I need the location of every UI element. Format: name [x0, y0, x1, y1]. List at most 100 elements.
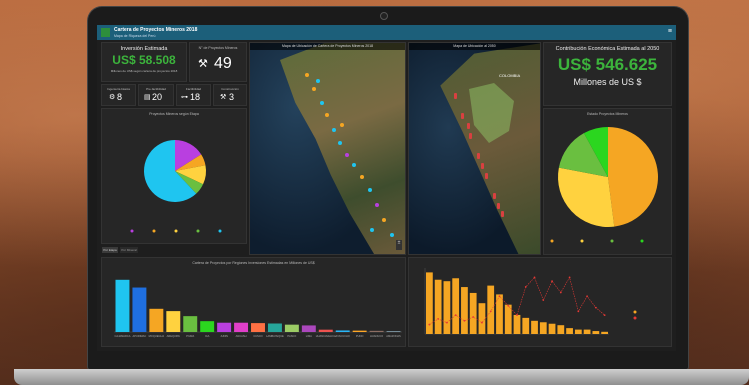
combo-bar[interactable]	[548, 323, 556, 334]
project-marker[interactable]	[340, 123, 344, 127]
region-bar[interactable]	[234, 322, 249, 332]
region-bar[interactable]	[301, 325, 316, 332]
project-marker[interactable]	[325, 113, 329, 117]
tab-by-mineral[interactable]: Por Mineral	[120, 247, 138, 253]
region-bar[interactable]	[352, 330, 367, 332]
region-bar[interactable]	[166, 311, 181, 332]
region-bar-label: HUANCAVELICA	[316, 334, 336, 338]
state-pie-title: Estado Proyectos Mineros	[587, 112, 628, 116]
stage-prefeasibility-value: 20	[152, 92, 163, 102]
combo-point[interactable]	[507, 304, 510, 307]
combo-point[interactable]	[446, 321, 448, 324]
project-marker[interactable]	[375, 203, 379, 207]
region-bar-label: MOQUEGUA	[149, 334, 165, 338]
combo-point[interactable]	[533, 276, 536, 279]
pickaxe-icon: ⚒	[198, 58, 208, 70]
combo-point[interactable]	[481, 321, 483, 324]
combo-bar[interactable]	[601, 331, 608, 334]
project-marker[interactable]	[316, 79, 320, 83]
contribution-unit: Millones de US $	[573, 77, 642, 87]
combo-point[interactable]	[542, 299, 545, 301]
region-bar[interactable]	[251, 323, 265, 332]
combo-bar[interactable]	[557, 325, 565, 334]
combo-point[interactable]	[586, 295, 588, 298]
combo-bar[interactable]	[504, 304, 512, 334]
stage-construction-icon: ⚒	[220, 94, 227, 101]
state-pie-slice[interactable]	[608, 127, 658, 227]
project-marker[interactable]	[370, 228, 374, 232]
project-marker[interactable]	[390, 233, 394, 237]
app-subtitle: Mapa de Riqueza del Perú	[114, 34, 156, 38]
project-marker[interactable]	[352, 163, 356, 167]
region-bar-chart: CAJAMARCA APURIMAC MOQUEGUA AREQUIPA PIURA IC…	[114, 279, 402, 338]
project-marker[interactable]	[332, 128, 336, 132]
future-project-marker[interactable]	[485, 173, 488, 179]
combo-bar[interactable]	[539, 322, 547, 334]
region-bar[interactable]	[386, 331, 401, 332]
project-marker[interactable]	[320, 101, 324, 105]
combo-point[interactable]	[437, 318, 440, 320]
future-project-marker[interactable]	[501, 211, 504, 217]
future-project-marker[interactable]	[467, 123, 470, 129]
future-project-marker[interactable]	[454, 93, 457, 99]
combo-point[interactable]	[454, 314, 457, 317]
region-bar[interactable]	[132, 287, 147, 332]
combo-bar[interactable]	[443, 281, 451, 334]
combo-bar[interactable]	[434, 279, 442, 334]
tab-by-stage[interactable]: Por Etapa	[102, 247, 118, 253]
combo-bar[interactable]	[513, 314, 521, 334]
map-left[interactable]: Mapa de Ubicación de Cartera de Proyecto…	[249, 42, 406, 255]
combo-bar[interactable]	[583, 329, 591, 334]
combo-bar[interactable]	[469, 292, 477, 334]
future-project-marker[interactable]	[481, 163, 484, 169]
project-marker[interactable]	[345, 153, 349, 157]
combo-bar[interactable]	[522, 317, 530, 334]
combo-point[interactable]	[559, 291, 562, 294]
project-marker[interactable]	[338, 141, 342, 145]
project-marker[interactable]	[312, 87, 316, 91]
combo-point[interactable]	[516, 314, 518, 317]
combo-point[interactable]	[577, 310, 580, 313]
project-marker[interactable]	[382, 218, 386, 222]
region-bar[interactable]	[318, 329, 333, 332]
combo-bar[interactable]	[461, 287, 468, 334]
stage-pie-panel: Proyectos Mineros según Etapa	[101, 108, 247, 244]
combo-point[interactable]	[498, 295, 501, 298]
combo-bar[interactable]	[478, 303, 486, 334]
combo-bar[interactable]	[574, 329, 582, 334]
future-project-marker[interactable]	[461, 113, 464, 119]
menu-icon[interactable]: ≡	[668, 28, 672, 35]
map-right[interactable]: Mapa de Ubicación al 2050 COLOMBIA	[408, 42, 541, 255]
future-project-marker[interactable]	[477, 153, 480, 159]
region-bar[interactable]	[369, 330, 384, 332]
combo-point[interactable]	[428, 323, 431, 326]
project-marker[interactable]	[368, 188, 372, 192]
region-bar[interactable]	[284, 324, 299, 332]
region-bar[interactable]	[200, 321, 215, 332]
combo-point[interactable]	[472, 316, 475, 318]
combo-bar[interactable]	[592, 331, 600, 334]
project-marker[interactable]	[360, 175, 364, 179]
future-project-marker[interactable]	[469, 133, 472, 139]
region-bar[interactable]	[183, 316, 198, 332]
combo-point[interactable]	[568, 276, 571, 279]
combo-point[interactable]	[603, 314, 606, 317]
project-marker[interactable]	[305, 73, 309, 77]
combo-bar[interactable]	[531, 320, 538, 334]
combo-point[interactable]	[463, 319, 466, 322]
region-bar[interactable]	[267, 323, 282, 332]
zoom-controls[interactable]: ±	[396, 240, 402, 250]
combo-point[interactable]	[489, 310, 492, 313]
combo-bar[interactable]	[452, 278, 460, 334]
combo-bar[interactable]	[487, 285, 495, 334]
combo-point[interactable]	[594, 306, 597, 309]
combo-point[interactable]	[551, 280, 553, 283]
region-bar[interactable]	[115, 279, 130, 332]
region-bar[interactable]	[217, 322, 232, 332]
future-project-marker[interactable]	[497, 203, 500, 209]
region-bar[interactable]	[335, 330, 350, 332]
combo-bar[interactable]	[566, 328, 573, 334]
region-bar[interactable]	[149, 308, 164, 332]
future-project-marker[interactable]	[493, 193, 496, 199]
combo-point[interactable]	[524, 285, 527, 288]
